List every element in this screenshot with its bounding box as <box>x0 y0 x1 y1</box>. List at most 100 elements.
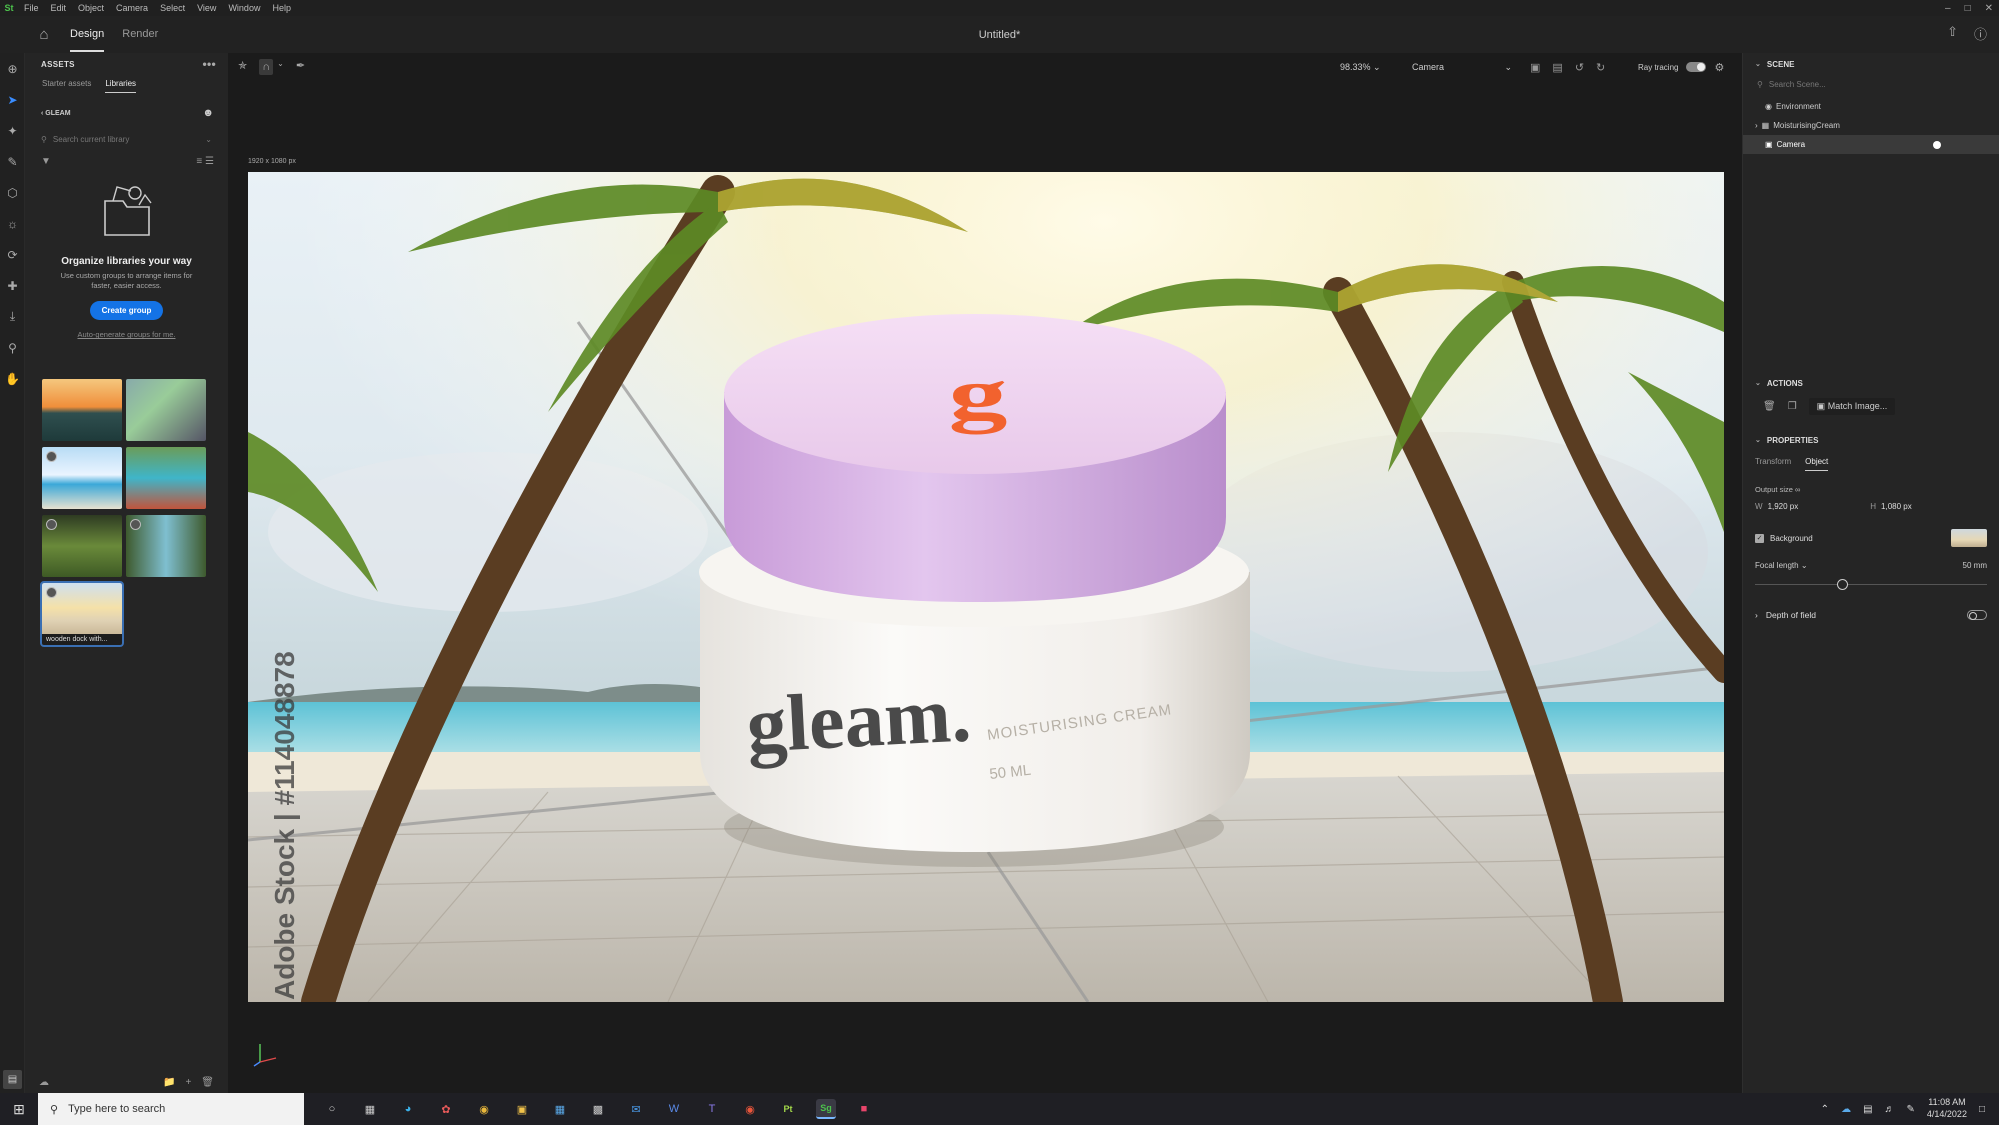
menu-view[interactable]: View <box>191 3 222 13</box>
pen-icon[interactable]: ✎ <box>1907 1104 1915 1115</box>
focal-length-slider[interactable] <box>1755 578 1987 590</box>
collaborate-icon[interactable]: ☻ <box>202 107 214 119</box>
magnet-snap-icon[interactable]: ∩ <box>259 59 274 75</box>
tab-transform[interactable]: Transform <box>1755 457 1791 471</box>
library-thumbnail[interactable] <box>126 379 206 442</box>
transform-icon[interactable]: ✯ <box>238 59 247 75</box>
hand-icon[interactable]: ✋ <box>0 363 25 394</box>
depth-of-field-row[interactable]: › Depth of field <box>1743 610 1999 620</box>
dolly-icon[interactable]: ⤓ <box>0 301 25 332</box>
light-icon[interactable]: ☼ <box>0 208 25 239</box>
library-thumbnail[interactable] <box>42 515 122 578</box>
scene-item-environment[interactable]: ◉ Environment <box>1743 97 1999 116</box>
tab-object[interactable]: Object <box>1805 457 1829 471</box>
network-icon[interactable]: ▤ <box>1863 1104 1872 1115</box>
create-group-button[interactable]: Create group <box>89 301 164 321</box>
sync-icon[interactable]: ☁ <box>39 1077 49 1088</box>
add-icon[interactable]: + <box>185 1077 191 1088</box>
select-tool-icon[interactable]: ➤ <box>0 84 25 115</box>
sort-icon[interactable]: ≡ <box>196 156 202 167</box>
menu-help[interactable]: Help <box>266 3 297 13</box>
more-options-icon[interactable]: ••• <box>202 57 216 71</box>
library-back-button[interactable]: ‹ GLEAM <box>41 110 71 117</box>
background-thumbnail[interactable] <box>1951 529 1987 547</box>
creative-cloud-icon[interactable]: ■ <box>854 1099 874 1119</box>
mail-icon[interactable]: ✉ <box>626 1099 646 1119</box>
background-checkbox[interactable]: ✓ <box>1755 533 1764 543</box>
menu-file[interactable]: File <box>18 3 45 13</box>
width-field[interactable]: W 1,920 px <box>1755 502 1798 511</box>
maximize-icon[interactable]: □ <box>1965 3 1971 14</box>
actions-section-header[interactable]: ⌄ ACTIONS <box>1743 372 1999 394</box>
chevron-up-icon[interactable]: ⌃ <box>1821 1104 1829 1115</box>
sample-tool-icon[interactable]: ✎ <box>0 146 25 177</box>
scene-render[interactable]: g gleam. MOISTURISING CREAM 50 ML Adobe … <box>248 172 1724 1002</box>
scene-item-camera[interactable]: ▣ Camera <box>1743 135 1999 154</box>
taskbar-clock[interactable]: 11:08 AM 4/14/2022 <box>1927 1097 1967 1120</box>
ray-tracing-control[interactable]: Ray tracing ⚙ <box>1638 61 1724 74</box>
duplicate-icon[interactable]: ❐ <box>1788 401 1797 412</box>
taskbar-search[interactable]: ⚲ Type here to search <box>38 1093 304 1125</box>
help-icon[interactable]: ⓘ <box>1974 24 1987 43</box>
terminal-icon[interactable]: ▩ <box>588 1099 608 1119</box>
new-folder-icon[interactable]: 📁 <box>163 1077 175 1088</box>
menu-edit[interactable]: Edit <box>45 3 73 13</box>
scene-section-header[interactable]: ⌄ SCENE <box>1743 53 1999 75</box>
word-icon[interactable]: W <box>664 1099 684 1119</box>
zoom-icon[interactable]: ⚲ <box>0 332 25 363</box>
chevron-right-icon[interactable]: › <box>1755 121 1758 130</box>
delete-icon[interactable]: 🗑 <box>201 1077 214 1088</box>
library-search-input[interactable]: Search current library <box>53 135 199 144</box>
properties-section-header[interactable]: ⌄ PROPERTIES <box>1743 429 1999 451</box>
render-settings-icon[interactable]: ⚙ <box>1714 61 1724 74</box>
cortana-icon[interactable]: ○ <box>322 1099 342 1119</box>
eyedropper-icon[interactable]: ✒ <box>296 59 305 75</box>
photos-app-icon[interactable]: ✿ <box>436 1099 456 1119</box>
tab-design[interactable]: Design <box>70 18 105 52</box>
match-image-button[interactable]: ▣ Match Image... <box>1808 398 1896 415</box>
delete-icon[interactable]: 🗑 <box>1763 401 1776 412</box>
library-thumbnail[interactable] <box>42 447 122 510</box>
zoom-level[interactable]: 98.33% ⌄ <box>1340 62 1381 73</box>
ray-tracing-toggle[interactable] <box>1686 62 1707 72</box>
taskbar-search-input[interactable]: Type here to search <box>68 1103 165 1115</box>
file-explorer-icon[interactable]: ▣ <box>512 1099 532 1119</box>
panel-toggle-icon[interactable]: ▤ <box>3 1070 22 1089</box>
focal-length-value[interactable]: 50 mm <box>1963 561 1987 570</box>
chevron-down-icon[interactable]: ⌄ <box>1801 561 1808 570</box>
menu-object[interactable]: Object <box>72 3 110 13</box>
slider-knob[interactable] <box>1837 579 1848 590</box>
link-icon[interactable]: ∞ <box>1795 485 1800 494</box>
library-search[interactable]: ⚲ Search current library ⌄ <box>37 131 216 148</box>
depth-of-field-toggle[interactable] <box>1967 610 1987 620</box>
tab-libraries[interactable]: Libraries <box>105 79 137 93</box>
volume-icon[interactable]: ♬ <box>1885 1104 1895 1115</box>
magic-wand-icon[interactable]: ✦ <box>0 115 25 146</box>
height-field[interactable]: H 1,080 px <box>1870 502 1911 511</box>
tab-starter-assets[interactable]: Starter assets <box>42 79 91 93</box>
pycharm-icon[interactable]: Pt <box>778 1099 798 1119</box>
tab-render[interactable]: Render <box>122 18 158 52</box>
camera-bookmark-icon[interactable]: ▣ <box>1530 61 1540 74</box>
menu-camera[interactable]: Camera <box>110 3 154 13</box>
substance-stager-icon[interactable]: Sg <box>816 1099 836 1119</box>
chevron-down-icon[interactable]: ⌄ <box>205 135 212 144</box>
pan-icon[interactable]: ✚ <box>0 270 25 301</box>
share-icon[interactable]: ⇧ <box>1947 24 1958 43</box>
library-thumbnail[interactable] <box>126 515 206 578</box>
store-icon[interactable]: ▦ <box>550 1099 570 1119</box>
undo-camera-icon[interactable]: ↺ <box>1575 61 1584 74</box>
task-view-icon[interactable]: ▦ <box>360 1099 380 1119</box>
menu-select[interactable]: Select <box>154 3 191 13</box>
windows-start-icon[interactable]: ⊞ <box>0 1101 38 1118</box>
cube-icon[interactable]: ⬡ <box>0 177 25 208</box>
library-thumbnail[interactable] <box>126 447 206 510</box>
minimize-icon[interactable]: – <box>1945 3 1951 14</box>
orbit-icon[interactable]: ⟳ <box>0 239 25 270</box>
scene-search-input[interactable]: Search Scene... <box>1769 80 1826 89</box>
redo-camera-icon[interactable]: ↻ <box>1596 61 1605 74</box>
frame-icon[interactable]: ▤ <box>1552 61 1562 74</box>
chevron-down-icon[interactable]: ⌄ <box>277 59 284 75</box>
add-content-icon[interactable]: ⊕ <box>0 53 25 84</box>
notifications-icon[interactable]: □ <box>1979 1104 1985 1115</box>
